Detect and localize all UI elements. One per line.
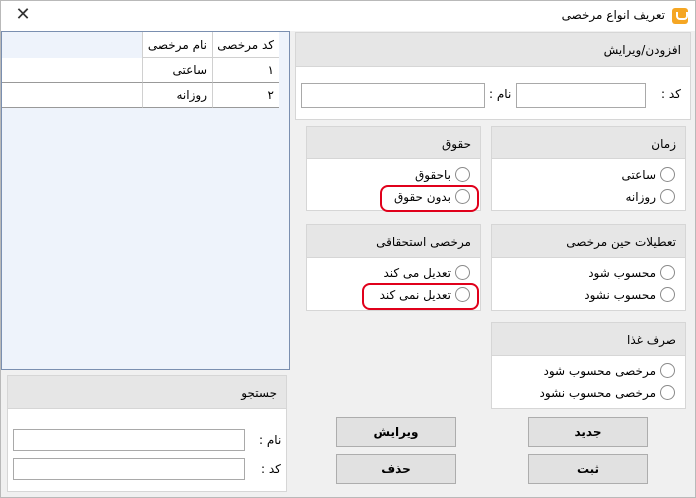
grid-cell-code[interactable]: ۲: [212, 83, 279, 108]
app-icon: [672, 8, 688, 24]
title-bar: تعریف انواع مرخصی ✕: [1, 1, 695, 31]
name-input[interactable]: [301, 83, 485, 108]
radio-button[interactable]: [455, 167, 470, 182]
radio-option-paid[interactable]: باحقوق: [415, 167, 470, 182]
close-button[interactable]: ✕: [1, 1, 45, 31]
window-title: تعریف انواع مرخصی: [561, 8, 665, 22]
radio-button[interactable]: [660, 287, 675, 302]
editor-panel-title: افزودن/ویرایش: [296, 33, 690, 67]
edit-button[interactable]: ویرایش: [336, 417, 456, 447]
radio-option-adjusts[interactable]: تعدیل می کند: [383, 265, 470, 280]
meal-group-title: صرف غذا: [492, 323, 685, 356]
name-label: نام :: [489, 87, 512, 101]
grid-cell-name[interactable]: روزانه: [142, 83, 212, 108]
meal-group: صرف غذا مرخصی محسوب شود مرخصی محسوب نشود: [491, 322, 686, 409]
radio-button[interactable]: [455, 265, 470, 280]
radio-option-not-counted[interactable]: محسوب نشود: [584, 287, 675, 302]
radio-option-counted[interactable]: محسوب شود: [588, 265, 675, 280]
radio-option-daily[interactable]: روزانه: [626, 189, 675, 204]
entitlement-group-title: مرخصی استحقاقی: [307, 225, 480, 258]
delete-button[interactable]: حذف: [336, 454, 456, 484]
grid-cell-code[interactable]: ۱: [212, 58, 279, 83]
code-input[interactable]: [516, 83, 646, 108]
radio-button[interactable]: [660, 189, 675, 204]
radio-button[interactable]: [660, 167, 675, 182]
main-window: تعریف انواع مرخصی ✕ کد مرخصی نام مرخصی ۱…: [0, 0, 696, 498]
radio-button[interactable]: [660, 265, 675, 280]
holidays-group: تعطیلات حین مرخصی محسوب شود محسوب نشود: [491, 224, 686, 311]
time-group: زمان ساعتی روزانه: [491, 126, 686, 211]
new-button[interactable]: جدید: [528, 417, 648, 447]
row-empty-area: [2, 83, 142, 108]
column-header-code[interactable]: کد مرخصی: [212, 32, 279, 58]
column-header-name[interactable]: نام مرخصی: [142, 32, 212, 58]
radio-option-meal-counted[interactable]: مرخصی محسوب شود: [544, 363, 675, 378]
search-name-label: نام :: [259, 433, 282, 447]
search-name-input[interactable]: [13, 429, 245, 451]
holidays-group-title: تعطیلات حین مرخصی: [492, 225, 685, 258]
save-button[interactable]: ثبت: [528, 454, 648, 484]
search-panel-title: جستجو: [8, 376, 286, 409]
row-empty-area: [2, 58, 142, 83]
grid-cell-name[interactable]: ساعتی: [142, 58, 212, 83]
search-code-label: کد :: [261, 462, 281, 476]
time-group-title: زمان: [492, 127, 685, 159]
radio-option-hourly[interactable]: ساعتی: [622, 167, 675, 182]
salary-group-title: حقوق: [307, 127, 480, 159]
radio-button[interactable]: [660, 363, 675, 378]
highlight-no-adjust: [362, 283, 479, 310]
close-icon: ✕: [15, 4, 31, 25]
leave-types-grid[interactable]: کد مرخصی نام مرخصی ۱ ساعتی ۲ روزانه: [1, 31, 290, 370]
highlight-unpaid: [380, 185, 479, 212]
radio-option-meal-not-counted[interactable]: مرخصی محسوب نشود: [540, 385, 675, 400]
radio-button[interactable]: [660, 385, 675, 400]
search-code-input[interactable]: [13, 458, 245, 480]
code-label: کد :: [661, 87, 681, 101]
